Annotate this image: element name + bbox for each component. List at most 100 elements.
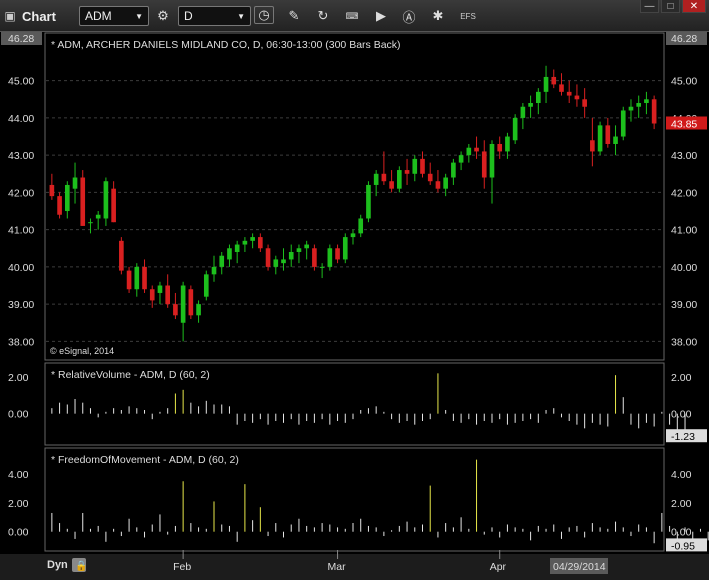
indicator-tick-right: 2.00 [671,498,692,510]
price-tick-right: 39.00 [671,299,697,311]
dyn-scale-label[interactable]: Dyn [47,559,68,571]
candle-body [590,140,595,152]
interval-select[interactable]: D ▼ [178,6,251,26]
candle-body [234,244,240,252]
candle-body [451,162,456,178]
interval-value: D [184,9,193,23]
candle-body [304,244,309,249]
price-tick-left: 41.00 [8,225,34,237]
symbol-input[interactable]: ADM ▼ [79,6,149,26]
candle-body [458,155,464,163]
cursor-date: 04/29/2014 [553,561,606,573]
efs-button[interactable]: EFS [458,6,478,26]
candle-body [157,285,163,293]
candle-body [103,181,109,219]
indicator-tick-left: 2.00 [8,372,29,384]
minimize-button[interactable]: — [640,0,659,13]
candle-body [57,196,62,215]
indicator-tick-right: 4.00 [671,469,692,481]
keyboard-icon[interactable]: ⌨ [342,6,362,26]
candle-body [620,110,626,137]
candle-body [381,173,387,182]
candle-body [319,266,325,268]
indicator-tick-right: 0.00 [671,409,692,421]
close-button[interactable]: ✕ [682,0,706,13]
candle-body [258,237,263,249]
price-pane-header: * ADM, ARCHER DANIELS MIDLAND CO, D, 06:… [51,39,401,51]
candle-body [613,136,618,144]
candle-body [628,106,634,111]
candle-body [49,184,55,197]
candle-body [203,274,209,297]
price-tick-left: 38.00 [8,336,34,348]
price-tick-left: 44.00 [8,113,34,125]
candle-body [111,188,116,223]
candle-body [327,248,333,267]
candle-body [335,248,340,260]
candle-body [281,259,286,264]
last-price-value: 43.85 [671,119,697,131]
rv-last-value: -1.23 [671,431,695,443]
candle-body [273,259,279,267]
lock-glyph: 🔒 [75,560,87,572]
candle-body [566,91,572,96]
candle-body [528,103,533,107]
candle-body [651,99,657,124]
candle-body [443,177,448,189]
window-controls: — □ ✕ [640,0,706,14]
candle-body [95,214,101,219]
price-tick-left: 43.00 [8,150,34,162]
candle-body [173,304,178,316]
candle-body [358,218,364,234]
maximize-button[interactable]: □ [661,0,680,13]
symbol-value: ADM [85,9,112,23]
candle-body [196,304,201,316]
candle-body [582,99,587,107]
alert-icon[interactable]: Ⓐ [399,6,419,26]
candle-body [489,143,495,178]
candle-body [597,125,603,152]
indicator-tick-left: 2.00 [8,498,29,510]
candle-body [605,125,611,144]
pencil-draw-icon[interactable]: ✎ [284,6,304,26]
indicator-tick-left: 0.00 [8,527,29,539]
play-icon[interactable]: ▶ [371,6,391,26]
candle-body [474,147,479,152]
month-label: Mar [328,561,347,573]
candle-body [397,170,402,189]
candle-body [64,184,70,212]
candle-body [644,99,649,104]
clock-icon[interactable]: ◷ [254,6,274,24]
candle-body [373,173,379,185]
chart-window-icon: ▣ [4,9,16,23]
candle-body [219,255,225,267]
candle-body [520,106,526,118]
indicator-tick-left: 4.00 [8,469,29,481]
settings-gear-icon[interactable]: ⚙ [153,6,173,26]
chevron-down-icon[interactable]: ▼ [237,12,245,21]
candle-body [142,266,147,290]
tools-icon[interactable]: ✱ [428,6,448,26]
chart-area[interactable]: 45.0045.0044.0044.0043.0043.0042.0042.00… [0,32,709,580]
refresh-icon[interactable]: ↻ [313,6,333,26]
candle-body [350,233,356,238]
candle-body [404,170,410,174]
candle-body [366,184,371,219]
price-tick-left: 40.00 [8,262,34,274]
candle-body [296,248,302,252]
candle-body [250,237,255,241]
price-tick-right: 43.00 [671,150,697,162]
candle-body [180,285,186,323]
indicator-tick-right: 0.00 [671,527,692,539]
price-tick-left: 45.00 [8,76,34,88]
candle-body [242,240,248,245]
price-tick-right: 45.00 [671,76,697,88]
candle-body [119,240,124,271]
candle-body [288,251,294,260]
candle-body [227,248,232,260]
candle-body [211,266,217,275]
candle-body [559,84,564,92]
candle-body [72,177,78,189]
price-tick-left: 42.00 [8,187,34,199]
chevron-down-icon[interactable]: ▼ [135,12,143,21]
